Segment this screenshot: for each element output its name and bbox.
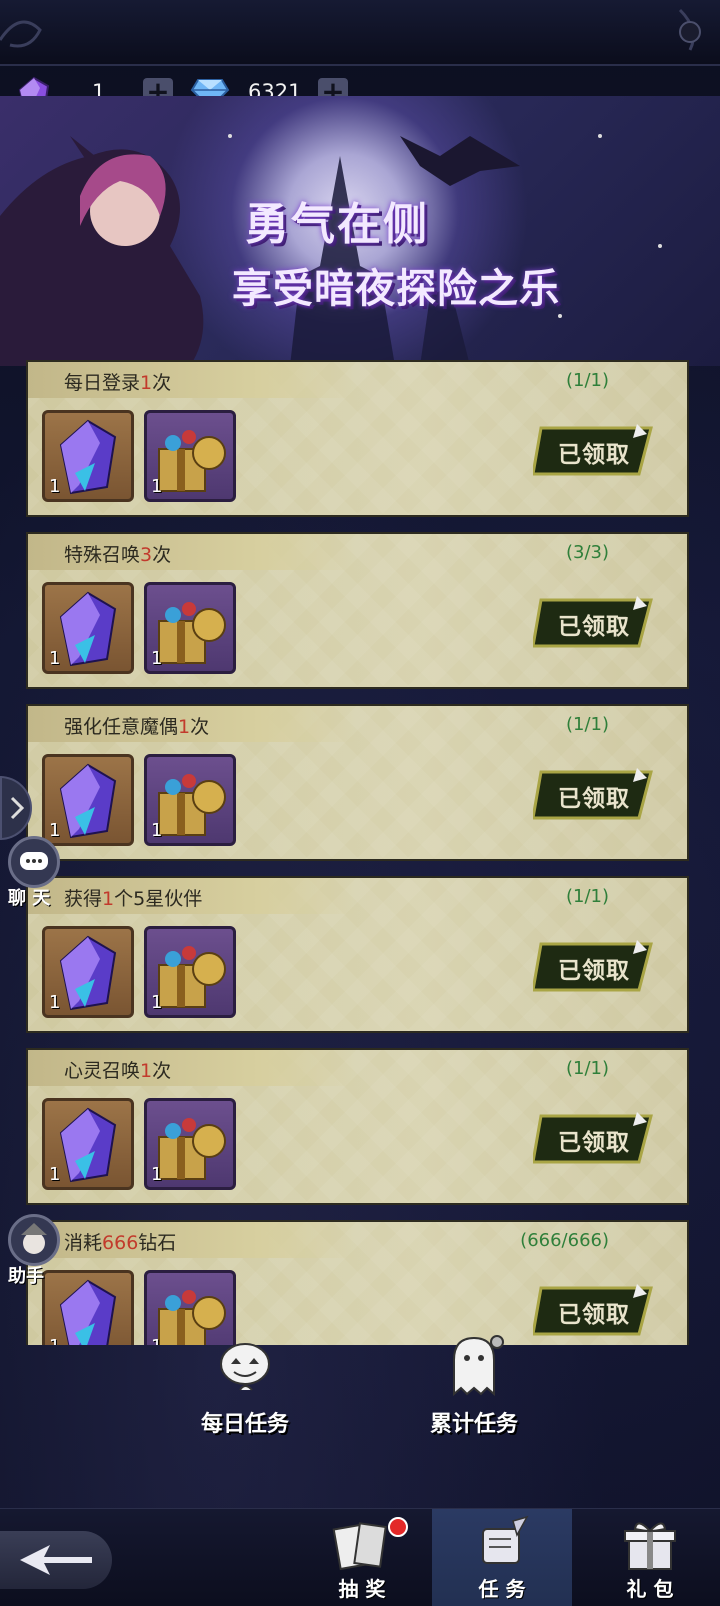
- task-progress: (3/3): [565, 542, 609, 563]
- task-title: 心灵召唤1次: [64, 1060, 172, 1082]
- pumpkin-ghost-icon: [220, 1343, 270, 1391]
- crystal-reward[interactable]: 1: [42, 1098, 134, 1190]
- task-card: 特殊召唤3次 (3/3) 1 1 已领取: [26, 532, 689, 689]
- side-panel-toggle[interactable]: [0, 776, 32, 840]
- gift-icon: [624, 1522, 676, 1570]
- assistant-avatar-icon: [8, 1214, 60, 1266]
- notification-dot: [388, 1517, 408, 1537]
- task-card: 每日登录1次 (1/1) 1 1 已领取: [26, 360, 689, 517]
- back-arrow-icon: [20, 1545, 92, 1575]
- task-category-tabs: 每日任务 累计任务: [0, 1330, 720, 1460]
- nav-draw[interactable]: 抽 奖: [292, 1509, 432, 1606]
- claimed-button[interactable]: 已领取: [533, 940, 655, 994]
- crystal-reward[interactable]: 1: [42, 410, 134, 502]
- task-card: 心灵召唤1次 (1/1) 1 1 已领取: [26, 1048, 689, 1205]
- gift-box-reward[interactable]: 1: [144, 1098, 236, 1190]
- nav-gifts-label: 礼 包: [626, 1577, 674, 1601]
- claimed-button[interactable]: 已领取: [533, 1112, 655, 1166]
- back-button[interactable]: [0, 1531, 112, 1589]
- gift-box-reward[interactable]: 1: [144, 582, 236, 674]
- task-progress: (1/1): [565, 1058, 609, 1079]
- nav-tasks-label: 任 务: [478, 1577, 526, 1601]
- spooky-border-decoration: [0, 8, 701, 51]
- task-title: 每日登录1次: [64, 372, 172, 394]
- task-progress: (666/666): [520, 1230, 609, 1251]
- chat-label: 聊 天: [8, 888, 51, 909]
- task-card: 消耗666钻石 (666/666) 1 1 已领取: [26, 1220, 689, 1345]
- crystal-reward[interactable]: 1: [42, 926, 134, 1018]
- task-progress: (1/1): [565, 714, 609, 735]
- scroll-quill-icon: [482, 1515, 529, 1564]
- assistant-label: 助手: [8, 1266, 44, 1287]
- task-title: 获得1个5星伙伴: [64, 888, 203, 910]
- nav-draw-label: 抽 奖: [338, 1577, 386, 1601]
- event-banner: 勇气在侧 享受暗夜探险之乐: [0, 96, 720, 366]
- nav-tasks[interactable]: 任 务: [432, 1509, 572, 1606]
- gift-box-reward[interactable]: 1: [144, 926, 236, 1018]
- task-progress: (1/1): [565, 886, 609, 907]
- task-title: 消耗666钻石: [64, 1232, 177, 1254]
- tab-daily-tasks[interactable]: 每日任务: [175, 1330, 315, 1438]
- claimed-button[interactable]: 已领取: [533, 424, 655, 478]
- task-card: 强化任意魔偶1次 (1/1) 1 1 已领取: [26, 704, 689, 861]
- gift-box-reward[interactable]: 1: [144, 410, 236, 502]
- tab-cumulative-tasks[interactable]: 累计任务: [404, 1330, 544, 1438]
- banner-title-line1: 勇气在侧: [245, 199, 429, 250]
- assistant-button[interactable]: 助手: [8, 1214, 60, 1288]
- chevron-right-icon: [10, 796, 25, 820]
- task-card: 获得1个5星伙伴 (1/1) 1 1 已领取: [26, 876, 689, 1033]
- gift-box-reward[interactable]: 1: [144, 754, 236, 846]
- task-title: 特殊召唤3次: [64, 544, 172, 566]
- chat-button[interactable]: 聊 天: [8, 836, 60, 910]
- task-list[interactable]: 每日登录1次 (1/1) 1 1 已领取 特殊召唤3次 (3/3) 1 1 已领…: [0, 360, 720, 1345]
- ghost-icon: [453, 1335, 504, 1397]
- task-title: 强化任意魔偶1次: [64, 716, 210, 738]
- banner-title-line2: 享受暗夜探险之乐: [232, 265, 560, 312]
- bottom-navigation: 抽 奖 任 务 礼 包: [0, 1508, 720, 1606]
- chat-bubble-icon: [8, 836, 60, 888]
- crystal-reward[interactable]: 1: [42, 582, 134, 674]
- crystal-reward[interactable]: 1: [42, 754, 134, 846]
- claimed-button[interactable]: 已领取: [533, 596, 655, 650]
- nav-gifts[interactable]: 礼 包: [580, 1509, 720, 1606]
- claimed-button[interactable]: 已领取: [533, 768, 655, 822]
- top-frame: [0, 0, 720, 66]
- task-progress: (1/1): [565, 370, 609, 391]
- tarot-cards-icon: [332, 1522, 387, 1571]
